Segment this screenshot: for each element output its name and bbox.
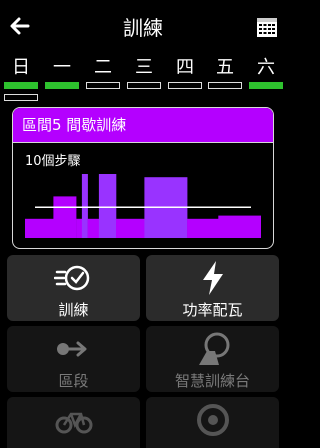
day-label: 三 xyxy=(135,57,153,78)
smart-trainer-button[interactable]: 智慧訓練台 xyxy=(146,326,279,392)
day-label: 日 xyxy=(12,57,30,78)
bike-button[interactable] xyxy=(7,397,140,448)
training-clock-icon xyxy=(53,265,89,291)
chart-step-bar xyxy=(218,215,261,238)
workout-profile-chart xyxy=(25,174,261,238)
segments-label: 區段 xyxy=(58,372,89,390)
chart-step-bar xyxy=(98,174,117,238)
day-label: 二 xyxy=(94,57,112,78)
workout-card[interactable]: 區間5 間歇訓練 10個步驟 xyxy=(12,107,274,249)
page-title: 訓練 xyxy=(123,16,163,40)
smart-trainer-label: 智慧訓練台 xyxy=(174,372,250,390)
calendar-icon[interactable] xyxy=(256,16,278,38)
chart-step-bar xyxy=(53,196,77,238)
day-status-bar xyxy=(4,82,38,89)
power-guide-button[interactable]: 功率配瓦 xyxy=(146,255,279,321)
chart-step-bar xyxy=(76,218,83,238)
day-thu[interactable]: 四 xyxy=(168,57,202,89)
target-icon xyxy=(196,404,229,436)
day-label: 四 xyxy=(176,57,194,78)
day-label: 五 xyxy=(216,57,234,78)
day-sat[interactable]: 六 xyxy=(249,57,283,89)
day-extra-bar xyxy=(4,94,38,101)
segments-button[interactable]: 區段 xyxy=(7,326,140,392)
bike-icon xyxy=(55,412,92,434)
segment-arrow-icon xyxy=(56,341,86,357)
workout-title: 區間5 間歇訓練 xyxy=(13,108,273,143)
lightning-icon xyxy=(202,261,223,295)
day-status-bar xyxy=(208,82,242,89)
day-sun[interactable]: 日 xyxy=(4,57,38,101)
day-wed[interactable]: 三 xyxy=(127,57,161,89)
day-label: 一 xyxy=(53,57,71,78)
chart-step-bar xyxy=(116,218,145,238)
header: 訓練 xyxy=(0,0,286,54)
chart-step-bar xyxy=(25,218,54,238)
day-status-bar xyxy=(249,82,283,89)
day-status-bar xyxy=(168,82,202,89)
chart-step-bar xyxy=(81,174,88,238)
power-guide-label: 功率配瓦 xyxy=(182,301,243,319)
training-button[interactable]: 訓練 xyxy=(7,255,140,321)
day-status-bar xyxy=(45,82,79,89)
day-label: 六 xyxy=(257,57,275,78)
day-status-bar xyxy=(86,82,120,89)
chart-step-bar xyxy=(187,218,219,238)
day-fri[interactable]: 五 xyxy=(208,57,242,89)
target-button[interactable] xyxy=(146,397,279,448)
day-mon[interactable]: 一 xyxy=(45,57,79,89)
training-label: 訓練 xyxy=(58,301,89,319)
chart-step-bar xyxy=(87,218,100,238)
day-status-bar xyxy=(127,82,161,89)
week-strip: 日 一 二 三 四 五 六 xyxy=(4,58,286,104)
day-tue[interactable]: 二 xyxy=(86,57,120,89)
smart-trainer-icon xyxy=(198,332,229,365)
